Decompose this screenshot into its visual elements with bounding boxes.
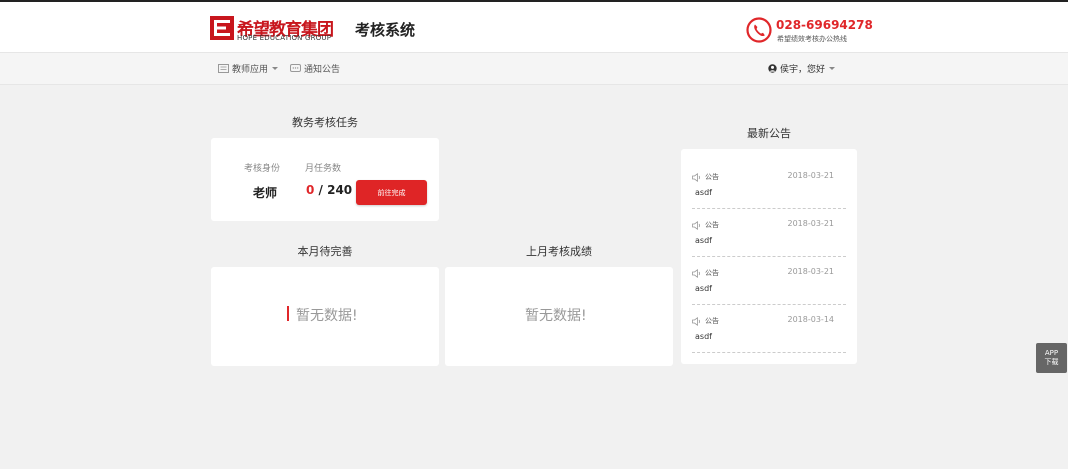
- announcement-content: asdf: [695, 188, 712, 197]
- announcement-item[interactable]: 公告 2018-03-21 asdf: [692, 209, 846, 257]
- chevron-down-icon: [272, 67, 279, 70]
- monthly-tasks-label: 月任务数: [305, 164, 342, 174]
- announcement-head: 公告 2018-03-21: [692, 267, 846, 279]
- announcement-tag: 公告: [705, 221, 719, 229]
- announcement-head: 公告 2018-03-14: [692, 315, 846, 327]
- phone-icon: [746, 17, 772, 43]
- logo-mark-icon: [210, 16, 234, 40]
- announcement-tag: 公告: [705, 317, 719, 325]
- apps-icon: [218, 64, 229, 73]
- header: 希望教育集团 HOPE EDUCATION GROUP 考核系统 028-696…: [0, 2, 1068, 52]
- nav-item-label: 教师应用: [232, 65, 269, 75]
- announcement-item[interactable]: 公告 2018-03-21 asdf: [692, 257, 846, 305]
- last-month-empty-text: 暂无数据!: [525, 308, 587, 324]
- pending-card: 暂无数据!: [211, 267, 439, 366]
- announcement-content: asdf: [695, 236, 712, 245]
- hotline-number: 028-69694278: [776, 18, 873, 32]
- chevron-down-icon: [829, 67, 835, 70]
- pending-empty-text: 暂无数据!: [296, 308, 358, 324]
- tasks-separator: /: [314, 183, 328, 197]
- announcements-card: 公告 2018-03-21 asdf 公告 2018-03-21 asdf 公告…: [681, 149, 857, 364]
- user-icon: [768, 64, 777, 73]
- logo[interactable]: 希望教育集团 HOPE EDUCATION GROUP: [210, 15, 345, 45]
- speaker-icon: [692, 172, 700, 182]
- app-download-button[interactable]: APP 下载: [1036, 343, 1067, 373]
- announcement-head: 公告 2018-03-21: [692, 171, 846, 183]
- speaker-icon: [692, 316, 700, 326]
- go-complete-button[interactable]: 前往完成: [356, 180, 427, 205]
- nav-item-label: 通知公告: [304, 65, 341, 75]
- announcement-date: 2018-03-21: [787, 267, 835, 276]
- app-download-line2: 下载: [1044, 358, 1059, 366]
- announcement-date: 2018-03-21: [787, 171, 835, 180]
- identity-label: 考核身份: [244, 164, 281, 174]
- user-menu[interactable]: 侯宇，您好: [768, 62, 835, 75]
- tasks-total-count: 240: [327, 183, 353, 197]
- message-icon: [290, 64, 301, 72]
- nav-item-notices[interactable]: 通知公告: [290, 62, 340, 75]
- system-title: 考核系统: [355, 21, 416, 39]
- announcements-title: 最新公告: [747, 127, 791, 140]
- announcement-item[interactable]: 公告 2018-03-21 asdf: [692, 161, 846, 209]
- announcement-tag: 公告: [705, 269, 719, 277]
- last-month-card: 暂无数据!: [445, 267, 673, 366]
- speaker-icon: [692, 268, 700, 278]
- tasks-card: 考核身份 老师 月任务数 0 / 240 前往完成: [211, 138, 439, 221]
- announcement-content: asdf: [695, 284, 712, 293]
- nav-item-teacher-apps[interactable]: 教师应用: [218, 62, 279, 75]
- last-month-title: 上月考核成绩: [526, 245, 592, 258]
- announcement-tag: 公告: [705, 173, 719, 181]
- speaker-icon: [692, 220, 700, 230]
- navbar: 教师应用 通知公告 侯宇，您好: [0, 52, 1068, 85]
- announcement-head: 公告 2018-03-21: [692, 219, 846, 231]
- tasks-title: 教务考核任务: [292, 116, 358, 129]
- announcement-item[interactable]: 公告 2018-03-14 asdf: [692, 305, 846, 353]
- text-cursor: [287, 306, 289, 321]
- identity-value: 老师: [253, 186, 278, 200]
- hotline-caption: 希望绩效考核办公热线: [777, 35, 847, 43]
- app-download-line1: APP: [1044, 349, 1059, 357]
- pending-title: 本月待完善: [297, 245, 353, 258]
- monthly-tasks-value: 0 / 240: [306, 183, 352, 197]
- announcement-date: 2018-03-14: [787, 315, 835, 324]
- user-greeting: 侯宇，您好: [779, 65, 825, 75]
- logo-text-en: HOPE EDUCATION GROUP: [237, 34, 332, 42]
- announcement-date: 2018-03-21: [787, 219, 835, 228]
- announcement-content: asdf: [695, 332, 712, 341]
